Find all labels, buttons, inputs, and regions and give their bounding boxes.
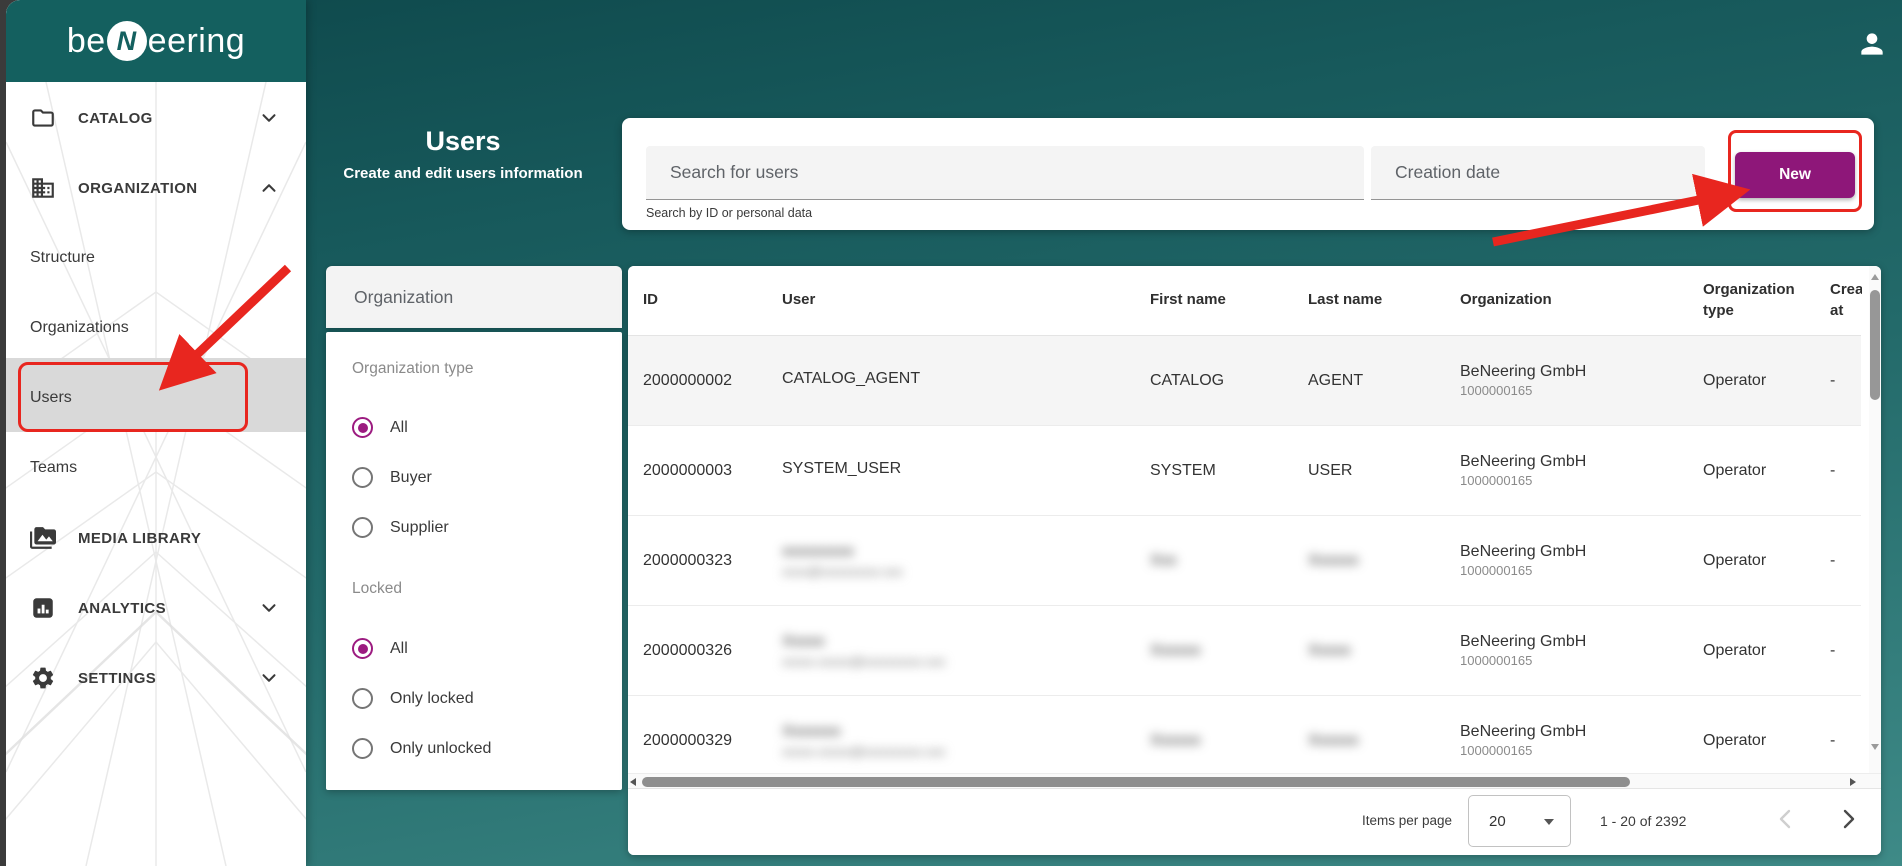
gear-icon bbox=[30, 665, 56, 691]
chevron-up-icon bbox=[258, 177, 280, 199]
radio-selected-icon bbox=[352, 417, 373, 438]
sidebar-item-catalog[interactable]: CATALOG bbox=[6, 94, 306, 142]
logo-text-left: be bbox=[67, 22, 106, 61]
chevron-down-icon bbox=[258, 107, 280, 129]
page-header: Users Create and edit users information bbox=[313, 126, 613, 182]
chevron-down-icon bbox=[258, 597, 280, 619]
items-per-page-label: Items per page bbox=[1332, 813, 1452, 828]
filter-group-label: Organization type bbox=[352, 360, 474, 378]
next-page-button[interactable] bbox=[1830, 801, 1866, 837]
table-row[interactable]: 2000000323 xxxxxxxxxxxxx@xxxxxxxxx.xxx X… bbox=[628, 516, 1861, 606]
table-horizontal-scrollbar[interactable] bbox=[628, 773, 1881, 789]
column-header-organization: Organization bbox=[1460, 290, 1703, 310]
logo-text-right: eering bbox=[148, 22, 246, 61]
table-row[interactable]: 2000000326 Xxxxxxxxxx.xxxxx@xxxxxxxxx.xx… bbox=[628, 606, 1861, 696]
sidebar-item-analytics[interactable]: ANALYTICS bbox=[6, 584, 306, 632]
sidebar: beNeering CATALOG ORGANIZATION Str bbox=[6, 0, 306, 866]
radio-orgtype-all[interactable]: All bbox=[352, 417, 408, 438]
sidebar-item-label: ANALYTICS bbox=[78, 600, 166, 617]
table-body: 2000000002 CATALOG_AGENT CATALOG AGENT B… bbox=[628, 336, 1861, 773]
previous-page-button[interactable] bbox=[1768, 801, 1804, 837]
radio-unselected-icon bbox=[352, 738, 373, 759]
sidebar-item-settings[interactable]: SETTINGS bbox=[6, 654, 306, 702]
column-header-user: User bbox=[782, 290, 1150, 310]
organization-filter-field bbox=[326, 266, 622, 328]
radio-unselected-icon bbox=[352, 517, 373, 538]
folder-icon bbox=[30, 105, 56, 131]
table-row[interactable]: 2000000329 Xxxxxxxxxxxx.xxxxx@xxxxxxxxx.… bbox=[628, 696, 1861, 773]
table-row[interactable]: 2000000002 CATALOG_AGENT CATALOG AGENT B… bbox=[628, 336, 1861, 426]
table-header-row: ID User First name Last name Organizatio… bbox=[628, 266, 1861, 336]
sidebar-item-teams[interactable]: Teams bbox=[6, 444, 306, 492]
radio-only-locked[interactable]: Only locked bbox=[352, 688, 474, 709]
column-header-id: ID bbox=[643, 290, 782, 310]
users-table: ID User First name Last name Organizatio… bbox=[628, 266, 1881, 855]
search-hint: Search by ID or personal data bbox=[646, 206, 812, 220]
page-title: Users bbox=[313, 126, 613, 157]
column-header-organization-type: Organization type bbox=[1703, 280, 1830, 321]
filter-panel: Organization type All Buyer Supplier Loc… bbox=[326, 332, 622, 790]
table-row[interactable]: 2000000003 SYSTEM_USER SYSTEM USER BeNee… bbox=[628, 426, 1861, 516]
logo-n-icon: N bbox=[107, 21, 147, 61]
search-input[interactable] bbox=[646, 146, 1364, 200]
chevron-down-icon bbox=[258, 667, 280, 689]
dropdown-caret-icon bbox=[1544, 819, 1554, 825]
scroll-right-icon[interactable] bbox=[1850, 778, 1856, 786]
pagination-bar: Items per page 20 1 - 20 of 2392 bbox=[628, 789, 1881, 855]
radio-locked-all[interactable]: All bbox=[352, 638, 408, 659]
sidebar-item-label: SETTINGS bbox=[78, 670, 156, 687]
logo: beNeering bbox=[6, 0, 306, 82]
radio-orgtype-buyer[interactable]: Buyer bbox=[352, 467, 432, 488]
app-root: beNeering CATALOG ORGANIZATION Str bbox=[6, 0, 1902, 866]
page-range-label: 1 - 20 of 2392 bbox=[1600, 813, 1730, 829]
page-size-select[interactable]: 20 bbox=[1468, 795, 1571, 847]
page-size-value: 20 bbox=[1489, 813, 1506, 830]
sidebar-item-label: CATALOG bbox=[78, 110, 153, 127]
person-icon bbox=[1856, 28, 1888, 60]
radio-orgtype-supplier[interactable]: Supplier bbox=[352, 517, 449, 538]
creation-date-input[interactable] bbox=[1371, 146, 1705, 200]
user-menu-button[interactable] bbox=[1852, 24, 1892, 64]
sidebar-item-label: MEDIA LIBRARY bbox=[78, 530, 201, 547]
building-icon bbox=[30, 175, 56, 201]
radio-unselected-icon bbox=[352, 467, 373, 488]
media-icon bbox=[30, 525, 56, 551]
horizontal-scroll-thumb[interactable] bbox=[642, 777, 1630, 787]
sidebar-item-organizations[interactable]: Organizations bbox=[6, 304, 306, 352]
vertical-scroll-thumb[interactable] bbox=[1870, 290, 1880, 400]
page-subtitle: Create and edit users information bbox=[313, 165, 613, 182]
scroll-left-icon[interactable] bbox=[630, 778, 636, 786]
column-header-created-at: Created at bbox=[1830, 280, 1862, 321]
scroll-down-icon[interactable] bbox=[1871, 744, 1879, 750]
sidebar-item-users[interactable]: Users bbox=[6, 374, 306, 422]
analytics-icon bbox=[30, 595, 56, 621]
sidebar-item-label: ORGANIZATION bbox=[78, 180, 198, 197]
column-header-first-name: First name bbox=[1150, 290, 1308, 310]
sidebar-item-organization[interactable]: ORGANIZATION bbox=[6, 164, 306, 212]
organization-filter-input[interactable] bbox=[326, 266, 622, 328]
sidebar-item-structure[interactable]: Structure bbox=[6, 234, 306, 282]
radio-only-unlocked[interactable]: Only unlocked bbox=[352, 738, 491, 759]
radio-unselected-icon bbox=[352, 688, 373, 709]
column-header-last-name: Last name bbox=[1308, 290, 1460, 310]
scroll-up-icon[interactable] bbox=[1871, 274, 1879, 280]
radio-selected-icon bbox=[352, 638, 373, 659]
new-user-button[interactable]: New bbox=[1735, 152, 1855, 198]
sidebar-item-media-library[interactable]: MEDIA LIBRARY bbox=[6, 514, 306, 562]
search-toolbar: New Search by ID or personal data bbox=[622, 118, 1874, 230]
filter-group-label: Locked bbox=[352, 580, 402, 598]
table-vertical-scrollbar[interactable] bbox=[1869, 266, 1881, 773]
